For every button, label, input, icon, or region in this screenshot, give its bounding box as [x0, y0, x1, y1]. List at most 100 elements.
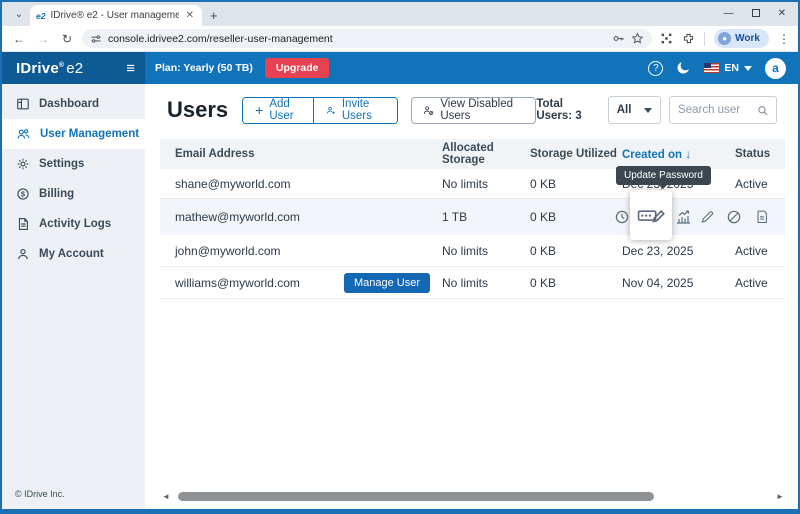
status-badge: Active — [735, 244, 785, 258]
sidebar-item-label: Activity Logs — [39, 218, 111, 230]
url-text: console.idrivee2.com/reseller-user-manag… — [108, 33, 606, 45]
user-filter-dropdown[interactable]: All — [608, 96, 661, 124]
gear-icon — [16, 157, 30, 171]
sidebar-item-my-account[interactable]: My Account — [2, 239, 145, 269]
edit-pencil-icon[interactable] — [700, 209, 715, 224]
account-avatar[interactable]: a — [765, 58, 786, 79]
profile-name: Work — [735, 33, 760, 44]
sort-desc-arrow-icon: ↓ — [685, 147, 691, 161]
browser-tab[interactable]: e2 IDrive® e2 - User management ✕ — [30, 5, 202, 26]
update-password-tooltip: Update Password — [616, 166, 711, 185]
update-password-icon — [637, 203, 665, 227]
new-tab-button[interactable]: + — [210, 8, 218, 23]
table-row-hovered[interactable]: mathew@myworld.com 1 TB 0 KB — [160, 199, 785, 235]
tab-title: IDrive® e2 - User management — [50, 10, 178, 21]
scroll-left-arrow-icon[interactable]: ◄ — [160, 492, 172, 501]
sidebar-item-user-management[interactable]: User Management — [2, 119, 145, 149]
user-email: mathew@myworld.com — [175, 210, 300, 224]
forward-icon[interactable]: → — [34, 32, 52, 46]
back-icon[interactable]: ← — [10, 32, 28, 46]
storage-utilized: 0 KB — [530, 210, 622, 224]
sidebar-item-activity-logs[interactable]: Activity Logs — [2, 209, 145, 239]
profile-avatar-icon: ● — [718, 32, 731, 45]
table-row[interactable]: john@myworld.com No limits 0 KB Dec 23, … — [160, 235, 785, 267]
update-password-button[interactable] — [630, 190, 672, 240]
search-box — [669, 96, 777, 124]
maximize-button[interactable] — [752, 9, 760, 17]
sidebar: Dashboard User Management Settings $ Bil… — [2, 84, 145, 509]
minimize-button[interactable]: — — [724, 8, 734, 19]
favicon: e2 — [36, 11, 45, 21]
logo-zone: IDrive®e2 ≡ — [2, 52, 145, 84]
invite-users-button[interactable]: Invite Users — [313, 98, 397, 123]
lens-grid-icon[interactable] — [660, 32, 673, 45]
plan-label: Plan: Yearly (50 TB) — [155, 62, 253, 74]
manage-user-button[interactable]: Manage User — [344, 273, 430, 293]
document-icon — [16, 217, 30, 231]
header-storage-utilized: Storage Utilized — [530, 148, 622, 160]
sidebar-item-dashboard[interactable]: Dashboard — [2, 89, 145, 119]
main-content: Users + Add User Invite Users View Disab… — [145, 84, 798, 509]
search-input[interactable] — [678, 104, 757, 116]
page-controls: Users + Add User Invite Users View Disab… — [167, 96, 777, 124]
header-email: Email Address — [160, 148, 442, 160]
sidebar-item-settings[interactable]: Settings — [2, 149, 145, 179]
extensions-puzzle-icon[interactable] — [682, 32, 695, 45]
header-status: Status — [735, 148, 785, 160]
table-row[interactable]: williams@myworld.com Manage User No limi… — [160, 267, 785, 299]
person-disabled-icon — [423, 104, 434, 117]
user-logs-icon[interactable] — [755, 209, 769, 224]
add-user-button[interactable]: + Add User — [243, 98, 313, 123]
tab-strip: ⌄ e2 IDrive® e2 - User management ✕ + — … — [2, 2, 798, 26]
window-controls: — ✕ — [724, 3, 794, 23]
help-icon[interactable]: ? — [648, 61, 663, 76]
search-icon[interactable] — [757, 104, 768, 117]
copyright-text: © IDrive Inc. — [2, 489, 145, 509]
tab-search-icon[interactable]: ⌄ — [8, 4, 30, 24]
address-bar[interactable]: console.idrivee2.com/reseller-user-manag… — [82, 29, 652, 48]
horizontal-scrollbar: ◄ ► — [160, 491, 786, 502]
dashboard-icon — [16, 97, 30, 111]
allocated-storage: No limits — [442, 244, 530, 258]
access-history-icon[interactable] — [614, 209, 630, 225]
app-header-right: ? EN a — [648, 58, 798, 79]
storage-usage-chart-icon[interactable] — [675, 209, 692, 225]
view-disabled-users-button[interactable]: View Disabled Users — [411, 97, 536, 124]
svg-text:$: $ — [21, 190, 26, 199]
close-button[interactable]: ✕ — [778, 8, 786, 19]
sidebar-item-billing[interactable]: $ Billing — [2, 179, 145, 209]
total-users-count: Total Users: 3 — [536, 98, 596, 122]
dark-mode-moon-icon[interactable] — [676, 59, 691, 77]
user-email: john@myworld.com — [175, 244, 281, 258]
scrollbar-thumb[interactable] — [178, 492, 654, 501]
header-created-on-sort[interactable]: Created on ↓ — [622, 147, 735, 161]
hamburger-menu-icon[interactable]: ≡ — [126, 61, 135, 76]
toolbar-right: ● Work ⋮ — [660, 29, 790, 48]
browser-window: ⌄ e2 IDrive® e2 - User management ✕ + — … — [0, 0, 800, 514]
disable-user-icon[interactable] — [726, 209, 742, 225]
browser-menu-icon[interactable]: ⋮ — [778, 32, 790, 46]
tab-close-icon[interactable]: ✕ — [184, 10, 196, 21]
site-info-icon[interactable] — [90, 33, 102, 45]
sidebar-item-label: Settings — [39, 158, 84, 170]
profile-chip[interactable]: ● Work — [714, 29, 769, 48]
user-email: shane@myworld.com — [175, 177, 291, 191]
language-selector[interactable]: EN — [704, 62, 752, 74]
sidebar-item-label: User Management — [40, 128, 139, 140]
bookmark-star-icon[interactable] — [631, 32, 644, 45]
user-email: williams@myworld.com — [175, 276, 300, 290]
person-plus-icon — [326, 104, 336, 117]
browser-toolbar: ← → ↻ console.idrivee2.com/reseller-user… — [2, 26, 798, 52]
users-icon — [16, 127, 31, 141]
password-manager-icon[interactable] — [612, 32, 625, 45]
upgrade-button[interactable]: Upgrade — [265, 58, 330, 78]
scrollbar-track[interactable] — [172, 492, 774, 501]
header-allocated-storage: Allocated Storage — [442, 142, 530, 166]
sidebar-item-label: My Account — [39, 248, 104, 260]
scroll-right-arrow-icon[interactable]: ► — [774, 492, 786, 501]
reload-icon[interactable]: ↻ — [58, 32, 76, 46]
dollar-circle-icon: $ — [16, 187, 30, 201]
person-icon — [16, 247, 30, 261]
sidebar-item-label: Billing — [39, 188, 74, 200]
storage-utilized: 0 KB — [530, 244, 622, 258]
